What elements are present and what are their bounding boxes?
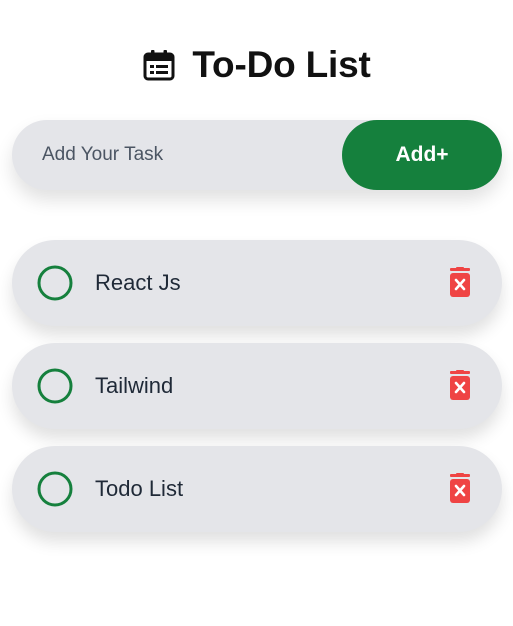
trash-icon[interactable]: [446, 267, 474, 299]
todo-item-label: React Js: [95, 270, 181, 295]
task-input[interactable]: [12, 120, 342, 190]
calendar-list-icon: [143, 50, 175, 81]
todo-item[interactable]: Todo List: [12, 446, 502, 532]
page-title: To-Do List: [192, 44, 371, 85]
todo-item[interactable]: Tailwind: [12, 343, 502, 429]
todo-item[interactable]: React Js: [12, 240, 502, 326]
circle-checkbox-icon[interactable]: [37, 265, 73, 301]
trash-icon[interactable]: [446, 473, 474, 505]
app-header: To-Do List: [0, 42, 513, 88]
todo-item-label: Todo List: [95, 476, 184, 501]
add-task-button[interactable]: Add+: [342, 120, 502, 190]
circle-checkbox-icon[interactable]: [37, 471, 73, 507]
todo-app: To-Do List Add+ React Js Tailwind: [0, 0, 513, 626]
trash-icon[interactable]: [446, 370, 474, 402]
todo-list: React Js Tailwind Todo List: [12, 240, 502, 549]
todo-item-label: Tailwind: [95, 373, 174, 398]
circle-checkbox-icon[interactable]: [37, 368, 73, 404]
task-input-row: Add+: [12, 120, 502, 190]
